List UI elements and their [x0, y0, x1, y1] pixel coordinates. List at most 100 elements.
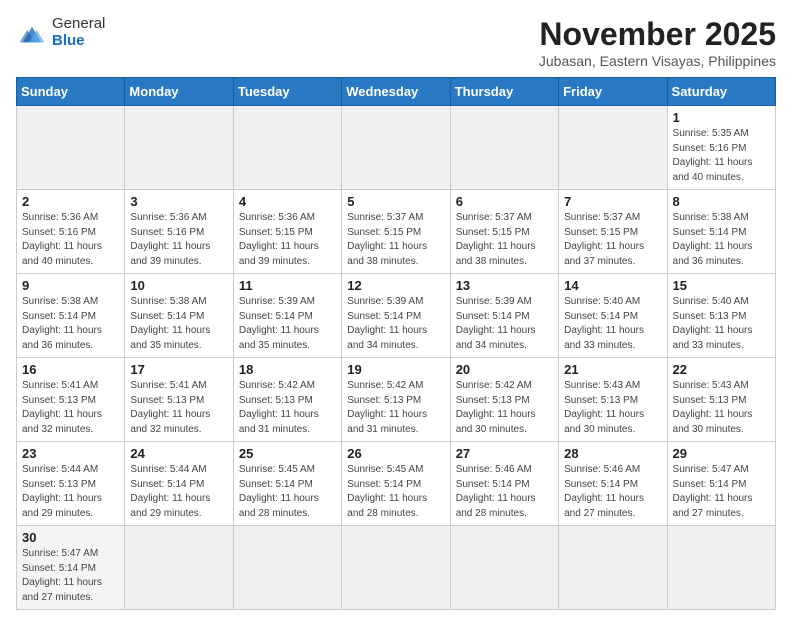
day-info: Sunrise: 5:36 AMSunset: 5:16 PMDaylight:…: [130, 211, 227, 269]
day-info: Sunrise: 5:46 AMSunset: 5:14 PMDaylight:…: [456, 463, 553, 521]
month-title: November 2025: [539, 16, 776, 53]
calendar-cell-5-5: [559, 526, 667, 610]
day-number: 18: [239, 362, 336, 377]
header: General Blue November 2025 Jubasan, East…: [16, 16, 776, 69]
day-info: Sunrise: 5:43 AMSunset: 5:13 PMDaylight:…: [564, 379, 661, 437]
day-info: Sunrise: 5:37 AMSunset: 5:15 PMDaylight:…: [564, 211, 661, 269]
day-number: 16: [22, 362, 119, 377]
day-number: 9: [22, 278, 119, 293]
calendar-cell-3-2: 18 Sunrise: 5:42 AMSunset: 5:13 PMDayligh…: [233, 358, 341, 442]
day-info: Sunrise: 5:40 AMSunset: 5:13 PMDaylight:…: [673, 295, 770, 353]
calendar-cell-4-4: 27 Sunrise: 5:46 AMSunset: 5:14 PMDayligh…: [450, 442, 558, 526]
header-sunday: Sunday: [17, 78, 125, 106]
day-info: Sunrise: 5:43 AMSunset: 5:13 PMDaylight:…: [673, 379, 770, 437]
day-info: Sunrise: 5:40 AMSunset: 5:14 PMDaylight:…: [564, 295, 661, 353]
calendar-cell-2-6: 15 Sunrise: 5:40 AMSunset: 5:13 PMDayligh…: [667, 274, 775, 358]
day-number: 22: [673, 362, 770, 377]
title-section: November 2025 Jubasan, Eastern Visayas, …: [539, 16, 776, 69]
calendar-cell-5-2: [233, 526, 341, 610]
header-tuesday: Tuesday: [233, 78, 341, 106]
day-info: Sunrise: 5:38 AMSunset: 5:14 PMDaylight:…: [130, 295, 227, 353]
day-info: Sunrise: 5:42 AMSunset: 5:13 PMDaylight:…: [239, 379, 336, 437]
calendar-cell-1-2: 4 Sunrise: 5:36 AMSunset: 5:15 PMDaylight…: [233, 190, 341, 274]
header-saturday: Saturday: [667, 78, 775, 106]
day-info: Sunrise: 5:39 AMSunset: 5:14 PMDaylight:…: [456, 295, 553, 353]
day-info: Sunrise: 5:45 AMSunset: 5:14 PMDaylight:…: [239, 463, 336, 521]
day-info: Sunrise: 5:47 AMSunset: 5:14 PMDaylight:…: [673, 463, 770, 521]
day-number: 7: [564, 194, 661, 209]
day-number: 28: [564, 446, 661, 461]
header-monday: Monday: [125, 78, 233, 106]
calendar-cell-1-1: 3Sunrise: 5:36 AMSunset: 5:16 PMDaylight…: [125, 190, 233, 274]
logo-line2: Blue: [52, 33, 105, 50]
calendar-cell-0-0: [17, 106, 125, 190]
day-number: 13: [456, 278, 553, 293]
calendar-cell-2-3: 12 Sunrise: 5:39 AMSunset: 5:14 PMDayligh…: [342, 274, 450, 358]
day-info: Sunrise: 5:37 AMSunset: 5:15 PMDaylight:…: [347, 211, 444, 269]
calendar-row-1: 2 Sunrise: 5:36 AMSunset: 5:16 PMDaylight…: [17, 190, 776, 274]
logo: General Blue: [16, 16, 105, 49]
day-number: 1: [673, 110, 770, 125]
header-thursday: Thursday: [450, 78, 558, 106]
header-friday: Friday: [559, 78, 667, 106]
day-number: 20: [456, 362, 553, 377]
day-info: Sunrise: 5:44 AMSunset: 5:13 PMDaylight:…: [22, 463, 119, 521]
location-subtitle: Jubasan, Eastern Visayas, Philippines: [539, 53, 776, 69]
day-number: 4: [239, 194, 336, 209]
logo-icon: [16, 19, 48, 47]
day-info: Sunrise: 5:42 AMSunset: 5:13 PMDaylight:…: [456, 379, 553, 437]
calendar-cell-4-5: 28Sunrise: 5:46 AMSunset: 5:14 PMDayligh…: [559, 442, 667, 526]
calendar-cell-2-5: 14 Sunrise: 5:40 AMSunset: 5:14 PMDayligh…: [559, 274, 667, 358]
calendar-cell-4-1: 24Sunrise: 5:44 AMSunset: 5:14 PMDayligh…: [125, 442, 233, 526]
day-info: Sunrise: 5:39 AMSunset: 5:14 PMDaylight:…: [239, 295, 336, 353]
calendar-row-5: 30Sunrise: 5:47 AMSunset: 5:14 PMDayligh…: [17, 526, 776, 610]
day-info: Sunrise: 5:47 AMSunset: 5:14 PMDaylight:…: [22, 547, 119, 605]
day-number: 27: [456, 446, 553, 461]
calendar-cell-3-1: 17Sunrise: 5:41 AMSunset: 5:13 PMDayligh…: [125, 358, 233, 442]
calendar-cell-1-4: 6 Sunrise: 5:37 AMSunset: 5:15 PMDaylight…: [450, 190, 558, 274]
day-number: 2: [22, 194, 119, 209]
day-info: Sunrise: 5:35 AMSunset: 5:16 PMDaylight:…: [673, 127, 770, 185]
calendar-row-4: 23 Sunrise: 5:44 AMSunset: 5:13 PMDayligh…: [17, 442, 776, 526]
header-wednesday: Wednesday: [342, 78, 450, 106]
calendar-cell-1-0: 2 Sunrise: 5:36 AMSunset: 5:16 PMDaylight…: [17, 190, 125, 274]
day-info: Sunrise: 5:45 AMSunset: 5:14 PMDaylight:…: [347, 463, 444, 521]
day-number: 12: [347, 278, 444, 293]
day-info: Sunrise: 5:38 AMSunset: 5:14 PMDaylight:…: [673, 211, 770, 269]
day-number: 21: [564, 362, 661, 377]
day-number: 23: [22, 446, 119, 461]
calendar-cell-3-3: 19Sunrise: 5:42 AMSunset: 5:13 PMDayligh…: [342, 358, 450, 442]
calendar-table: Sunday Monday Tuesday Wednesday Thursday…: [16, 77, 776, 610]
calendar-cell-5-4: [450, 526, 558, 610]
calendar-row-0: 1 Sunrise: 5:35 AMSunset: 5:16 PMDaylight…: [17, 106, 776, 190]
calendar-cell-4-6: 29 Sunrise: 5:47 AMSunset: 5:14 PMDayligh…: [667, 442, 775, 526]
day-number: 14: [564, 278, 661, 293]
calendar-cell-3-5: 21 Sunrise: 5:43 AMSunset: 5:13 PMDayligh…: [559, 358, 667, 442]
calendar-row-2: 9 Sunrise: 5:38 AMSunset: 5:14 PMDaylight…: [17, 274, 776, 358]
day-number: 26: [347, 446, 444, 461]
day-number: 25: [239, 446, 336, 461]
calendar-cell-2-2: 11 Sunrise: 5:39 AMSunset: 5:14 PMDayligh…: [233, 274, 341, 358]
day-number: 15: [673, 278, 770, 293]
day-info: Sunrise: 5:36 AMSunset: 5:16 PMDaylight:…: [22, 211, 119, 269]
calendar-cell-5-6: [667, 526, 775, 610]
day-info: Sunrise: 5:39 AMSunset: 5:14 PMDaylight:…: [347, 295, 444, 353]
calendar-cell-5-3: [342, 526, 450, 610]
calendar-cell-2-0: 9 Sunrise: 5:38 AMSunset: 5:14 PMDaylight…: [17, 274, 125, 358]
day-number: 17: [130, 362, 227, 377]
day-number: 19: [347, 362, 444, 377]
calendar-row-3: 16 Sunrise: 5:41 AMSunset: 5:13 PMDayligh…: [17, 358, 776, 442]
calendar-cell-4-2: 25 Sunrise: 5:45 AMSunset: 5:14 PMDayligh…: [233, 442, 341, 526]
day-info: Sunrise: 5:37 AMSunset: 5:15 PMDaylight:…: [456, 211, 553, 269]
day-info: Sunrise: 5:38 AMSunset: 5:14 PMDaylight:…: [22, 295, 119, 353]
day-number: 6: [456, 194, 553, 209]
calendar-cell-1-3: 5Sunrise: 5:37 AMSunset: 5:15 PMDaylight…: [342, 190, 450, 274]
calendar-cell-4-0: 23 Sunrise: 5:44 AMSunset: 5:13 PMDayligh…: [17, 442, 125, 526]
day-info: Sunrise: 5:41 AMSunset: 5:13 PMDaylight:…: [22, 379, 119, 437]
day-number: 10: [130, 278, 227, 293]
calendar-cell-4-3: 26 Sunrise: 5:45 AMSunset: 5:14 PMDayligh…: [342, 442, 450, 526]
day-number: 11: [239, 278, 336, 293]
day-info: Sunrise: 5:36 AMSunset: 5:15 PMDaylight:…: [239, 211, 336, 269]
day-number: 29: [673, 446, 770, 461]
calendar-cell-2-1: 10 Sunrise: 5:38 AMSunset: 5:14 PMDayligh…: [125, 274, 233, 358]
